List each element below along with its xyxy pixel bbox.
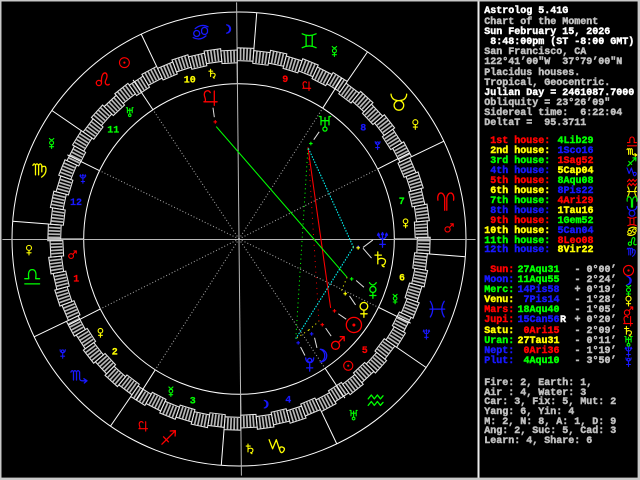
svg-text:11: 11: [107, 125, 119, 136]
svg-text:7: 7: [399, 197, 405, 208]
svg-text:5: 5: [362, 346, 368, 357]
svg-text:1: 1: [73, 274, 79, 285]
svg-text:4: 4: [285, 396, 291, 407]
svg-text:8: 8: [360, 124, 366, 135]
svg-text:6: 6: [399, 273, 405, 284]
svg-text:3: 3: [190, 396, 196, 407]
svg-text:2: 2: [112, 348, 118, 359]
svg-text:10: 10: [184, 76, 196, 87]
svg-text:12: 12: [70, 198, 82, 209]
svg-text:9: 9: [282, 75, 288, 86]
